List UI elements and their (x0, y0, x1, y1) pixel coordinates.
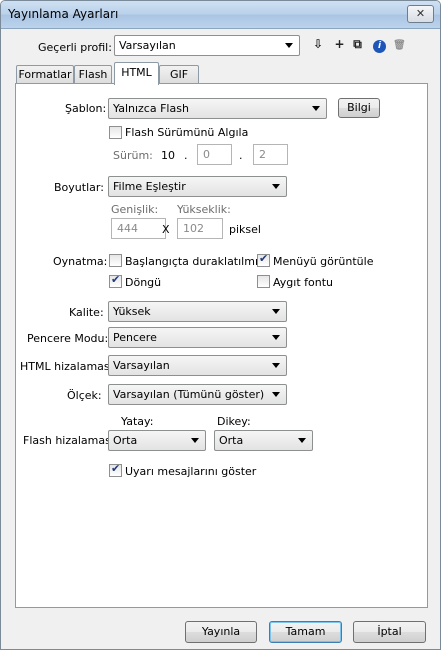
chevron-down-icon (312, 106, 320, 111)
show-warnings-checkbox[interactable] (109, 462, 122, 477)
html-alignment-select[interactable]: Varsayılan (108, 355, 287, 376)
tab-formats[interactable]: Formatlar (16, 65, 74, 84)
profile-info-button[interactable]: i (371, 36, 388, 53)
playback-label: Oynatma: (53, 255, 108, 268)
trash-icon: 🗑 (393, 40, 406, 51)
version-major: 10 (161, 149, 175, 162)
html-alignment-value: Varsayılan (113, 359, 170, 372)
publish-settings-dialog: Yayınlama Ayarları ✕ Geçerli profil: Var… (0, 0, 441, 650)
dimensions-value: Filme Eşleştir (113, 180, 186, 193)
tab-flash[interactable]: Flash (74, 65, 112, 84)
version-rev-field[interactable]: 2 (253, 144, 288, 165)
tab-gif[interactable]: GIF (159, 65, 199, 84)
template-value: Yalnızca Flash (113, 102, 189, 115)
profile-select[interactable]: Varsayılan (114, 35, 300, 56)
quality-label: Kalite: (69, 306, 104, 319)
horizontal-label: Yatay: (121, 415, 154, 428)
detect-flash-label: Flash Sürümünü Algıla (125, 126, 249, 139)
version-rev-value: 2 (259, 148, 266, 161)
paused-at-start-label: Başlangıçta duraklatılmış (125, 255, 264, 268)
display-menu-checkbox[interactable] (257, 252, 270, 267)
ok-button[interactable]: Tamam (269, 621, 342, 643)
horizontal-align-value: Orta (113, 434, 138, 447)
paused-at-start-checkbox[interactable] (109, 254, 122, 267)
close-icon: ✕ (415, 7, 426, 20)
scale-select[interactable]: Varsayılan (Tümünü göster) (108, 384, 287, 405)
vertical-align-select[interactable]: Orta (214, 430, 313, 451)
info-icon: i (373, 40, 386, 53)
duplicate-profile-button[interactable]: ⧉ (349, 36, 366, 53)
close-button[interactable]: ✕ (407, 5, 434, 23)
chevron-down-icon (285, 43, 293, 48)
display-menu-label: Menüyü görüntüle (273, 255, 374, 268)
vertical-align-value: Orta (219, 434, 244, 447)
chevron-down-icon (272, 335, 280, 340)
width-field[interactable]: 444 (111, 218, 166, 239)
vertical-label: Dikey: (217, 415, 251, 428)
plus-icon: + (334, 37, 345, 51)
scale-label: Ölçek: (67, 389, 102, 402)
import-export-icon: ⇩ (312, 37, 324, 51)
tab-html[interactable]: HTML (114, 62, 159, 85)
profile-label: Geçerli profil: (38, 41, 112, 54)
cancel-button[interactable]: İptal (353, 621, 426, 643)
height-field[interactable]: 102 (177, 218, 223, 239)
device-font-label: Aygıt fontu (273, 276, 333, 289)
tab-label: HTML (121, 66, 152, 79)
add-profile-button[interactable]: + (331, 36, 348, 53)
dimension-unit-label: piksel (229, 223, 261, 236)
profile-value: Varsayılan (119, 39, 176, 52)
tab-label: Flash (78, 68, 108, 81)
width-label: Genişlik: (111, 203, 159, 216)
dimension-x-label: X (162, 223, 170, 236)
delete-profile-button[interactable]: 🗑 (391, 36, 408, 53)
version-minor-value: 0 (203, 148, 210, 161)
chevron-down-icon (272, 184, 280, 189)
horizontal-align-select[interactable]: Orta (108, 430, 206, 451)
loop-label: Döngü (125, 276, 162, 289)
quality-value: Yüksek (113, 305, 151, 318)
flash-alignment-label: Flash hizalaması: (23, 434, 118, 447)
template-select[interactable]: Yalnızca Flash (108, 98, 327, 119)
publish-button[interactable]: Yayınla (185, 621, 257, 643)
chevron-down-icon (191, 438, 199, 443)
window-mode-select[interactable]: Pencere (108, 327, 287, 348)
tab-label: Formatlar (18, 68, 72, 81)
detect-flash-checkbox[interactable] (109, 126, 122, 139)
device-font-checkbox[interactable] (257, 275, 270, 288)
height-value: 102 (183, 222, 204, 235)
height-label: Yükseklik: (177, 203, 231, 216)
chevron-down-icon (272, 363, 280, 368)
quality-select[interactable]: Yüksek (108, 301, 287, 322)
dimensions-label: Boyutlar: (54, 181, 104, 194)
scale-value: Varsayılan (Tümünü göster) (113, 388, 265, 401)
chevron-down-icon (298, 438, 306, 443)
import-export-button[interactable]: ⇩ (307, 36, 329, 53)
version-dot-2: . (239, 149, 243, 162)
loop-checkbox[interactable] (109, 273, 122, 288)
duplicate-icon: ⧉ (353, 37, 362, 51)
chevron-down-icon (272, 309, 280, 314)
window-title: Yayınlama Ayarları (8, 7, 119, 21)
window-mode-value: Pencere (113, 331, 157, 344)
dimensions-select[interactable]: Filme Eşleştir (108, 176, 287, 197)
tab-label: GIF (169, 68, 189, 81)
show-warnings-label: Uyarı mesajlarını göster (125, 465, 257, 478)
window-mode-label: Pencere Modu: (27, 332, 109, 345)
template-info-button[interactable]: Bilgi (338, 98, 380, 118)
version-dot-1: . (184, 149, 188, 162)
title-bar: Yayınlama Ayarları ✕ (1, 1, 440, 29)
width-value: 444 (117, 222, 138, 235)
template-label: Şablon: (65, 102, 107, 115)
version-label: Sürüm: (113, 149, 153, 162)
html-alignment-label: HTML hizalaması: (20, 360, 117, 373)
chevron-down-icon (272, 392, 280, 397)
version-minor-field[interactable]: 0 (197, 144, 232, 165)
